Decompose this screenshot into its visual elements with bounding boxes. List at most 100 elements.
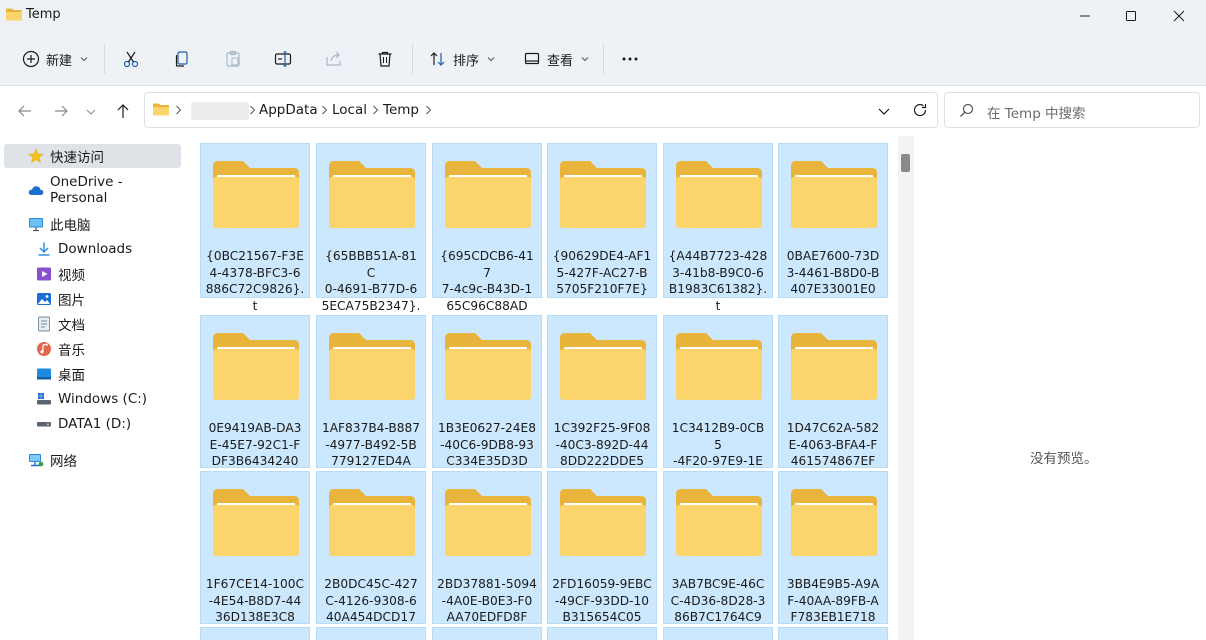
file-tile[interactable]: 1F67CE14-100C -4E54-B8D7-44 36D138E3C8 xyxy=(200,471,310,624)
rename-icon xyxy=(274,51,292,67)
file-tile[interactable]: 1C3412B9-0CB5-4F20-97E9-1ED25A0DFB8B xyxy=(663,315,773,485)
file-name-line: -4E54-B8D7-44 xyxy=(208,593,302,608)
file-tile[interactable]: {695CDCB6-4177-4c9c-B43D-165C96C88ADC}.t… xyxy=(432,143,542,346)
file-tile[interactable]: 1C392F25-9F08 -40C3-892D-44 8DD222DDE5 xyxy=(547,315,657,468)
share-button[interactable] xyxy=(325,44,343,74)
file-tile[interactable]: 0E9419AB-DA3 E-45E7-92C1-F DF3B6434240 xyxy=(200,315,310,468)
file-tile[interactable] xyxy=(432,627,542,640)
sidebar-item-data1-d[interactable]: DATA1 (D:) xyxy=(36,412,131,436)
close-icon xyxy=(1173,10,1185,22)
sort-button[interactable]: 排序 xyxy=(429,44,495,74)
chevron-right-icon[interactable] xyxy=(372,105,379,115)
file-tile[interactable]: {A44B7723-428 3-41b8-B9C0-6 B1983C61382}.t… xyxy=(663,143,773,329)
breadcrumb-local[interactable]: Local xyxy=(332,102,367,118)
file-tile[interactable] xyxy=(547,627,657,640)
view-button[interactable]: 查看 xyxy=(523,44,589,74)
chevron-right-icon[interactable] xyxy=(321,105,328,115)
file-tile[interactable] xyxy=(778,627,888,640)
file-tile[interactable]: 2FD16059-9EBC -49CF-93DD-10 B315654C05 xyxy=(547,471,657,624)
copy-button[interactable] xyxy=(173,44,191,74)
file-tile[interactable]: 2BD37881-5094 -4A0E-B0E3-F0 AA70EDFD8F xyxy=(432,471,542,624)
command-bar: 新建 排序 查看 xyxy=(0,32,1206,86)
search-input[interactable]: 在 Temp 中搜索 xyxy=(987,102,1086,122)
chevron-right-icon[interactable] xyxy=(249,105,256,115)
chevron-down-icon xyxy=(80,57,88,62)
folder-icon xyxy=(674,486,764,558)
file-name-line: {90629DE4-AF1 xyxy=(552,249,652,263)
plus-circle-icon xyxy=(22,50,40,68)
file-tile[interactable]: 1B3E0627-24E8 -40C6-9DB8-93 C334E35D3D xyxy=(432,315,542,468)
computer-icon xyxy=(29,218,43,232)
sidebar-item-network[interactable]: 网络 xyxy=(28,448,77,472)
sidebar-item-label: 快速访问 xyxy=(50,150,104,166)
folder-icon xyxy=(211,158,301,230)
file-tile[interactable]: {90629DE4-AF1 5-427F-AC27-B 5705F210F7E} xyxy=(547,143,657,298)
sidebar-item-documents[interactable]: 文档 xyxy=(36,312,85,336)
delete-button[interactable] xyxy=(376,44,394,74)
scrollbar-thumb[interactable] xyxy=(901,154,910,172)
breadcrumb-temp[interactable]: Temp xyxy=(383,102,419,118)
search-icon xyxy=(960,103,974,117)
maximize-button[interactable] xyxy=(1108,0,1154,32)
folder-icon xyxy=(674,158,764,230)
close-button[interactable] xyxy=(1156,0,1202,32)
new-button[interactable]: 新建 xyxy=(22,44,88,74)
file-tile[interactable]: 0BAE7600-73D 3-4461-B8D0-B 407E33001E0 xyxy=(778,143,888,298)
file-tile[interactable]: 1AF837B4-B887 -4977-B492-5B 779127ED4A xyxy=(316,315,426,468)
file-name: {90629DE4-AF1 5-427F-AC27-B 5705F210F7E} xyxy=(552,248,652,298)
breadcrumb-appdata[interactable]: AppData xyxy=(259,102,318,118)
minimize-button[interactable] xyxy=(1062,0,1108,32)
up-icon[interactable] xyxy=(114,102,132,120)
forward-icon[interactable] xyxy=(52,102,70,120)
file-name-line: 0BAE7600-73D xyxy=(786,249,880,263)
preview-message: 没有预览。 xyxy=(1030,451,1098,467)
sidebar-item-label: Downloads xyxy=(58,241,133,257)
file-tile[interactable] xyxy=(316,627,426,640)
redacted-user-folder[interactable] xyxy=(191,102,249,120)
file-tile[interactable] xyxy=(200,627,310,640)
chevron-right-icon[interactable] xyxy=(425,105,432,115)
file-name: 2B0DC45C-427 C-4126-9308-6 40A454DCD17 xyxy=(321,576,421,626)
folder-icon xyxy=(789,486,879,558)
file-tile[interactable]: 3AB7BC9E-46C C-4D36-8D28-3 86B7C1764C9 xyxy=(663,471,773,624)
chevron-down-icon xyxy=(581,57,589,62)
sidebar-item-pictures[interactable]: 图片 xyxy=(36,287,85,311)
sidebar-item-windows-c[interactable]: Windows (C:) xyxy=(36,387,147,411)
sidebar-item-desktop[interactable]: 桌面 xyxy=(36,362,85,386)
vertical-scrollbar[interactable] xyxy=(898,136,914,640)
search-box[interactable]: 在 Temp 中搜索 xyxy=(944,92,1200,128)
file-tile[interactable]: {65BBB51A-81C0-4691-B77D-65ECA75B2347}.t… xyxy=(316,143,426,346)
file-name-line: 40A454DCD17 xyxy=(326,610,416,624)
paste-button[interactable] xyxy=(224,44,242,74)
file-name-line: 1B3E0627-24E8 xyxy=(438,421,536,435)
file-tile[interactable]: {0BC21567-F3E 4-4378-BFC3-6 886C72C9826}.t… xyxy=(200,143,310,329)
file-tile[interactable]: 3BB4E9B5-A9A F-40AA-89FB-A F783EB1E718 xyxy=(778,471,888,624)
sidebar-item-videos[interactable]: 视频 xyxy=(36,262,85,286)
chevron-right-icon[interactable] xyxy=(175,105,182,115)
address-bar[interactable]: AppData Local Temp xyxy=(144,92,938,128)
back-icon[interactable] xyxy=(16,102,34,120)
cut-button[interactable] xyxy=(122,44,140,74)
sidebar-item-music[interactable]: 音乐 xyxy=(36,337,85,361)
new-label: 新建 xyxy=(46,53,73,69)
recent-chevron-icon[interactable] xyxy=(84,102,98,120)
rename-button[interactable] xyxy=(274,44,292,74)
more-button[interactable] xyxy=(621,44,639,74)
refresh-icon[interactable] xyxy=(912,102,928,118)
sidebar-item-label: 图片 xyxy=(58,293,85,309)
chevron-down-icon[interactable] xyxy=(877,104,891,118)
folder-icon xyxy=(558,158,648,230)
folder-icon xyxy=(6,8,22,21)
sidebar-item-quick-access[interactable]: 快速访问 xyxy=(4,144,181,168)
sidebar-item-label: 桌面 xyxy=(58,368,85,384)
documents-icon xyxy=(38,316,50,332)
file-name-line: 0E9419AB-DA3 xyxy=(208,421,302,435)
sidebar-item-this-pc[interactable]: 此电脑 xyxy=(28,212,91,236)
sidebar-item-downloads[interactable]: Downloads xyxy=(36,237,132,261)
sidebar-item-onedrive[interactable]: OneDrive - Personal xyxy=(28,174,184,206)
file-tile[interactable]: 2B0DC45C-427 C-4126-9308-6 40A454DCD17 xyxy=(316,471,426,624)
copy-icon xyxy=(175,51,188,67)
file-tile[interactable] xyxy=(663,627,773,640)
file-name-line: 886C72C9826}.t xyxy=(205,282,305,313)
file-tile[interactable]: 1D47C62A-582 E-4063-BFA4-F 461574867EF xyxy=(778,315,888,468)
